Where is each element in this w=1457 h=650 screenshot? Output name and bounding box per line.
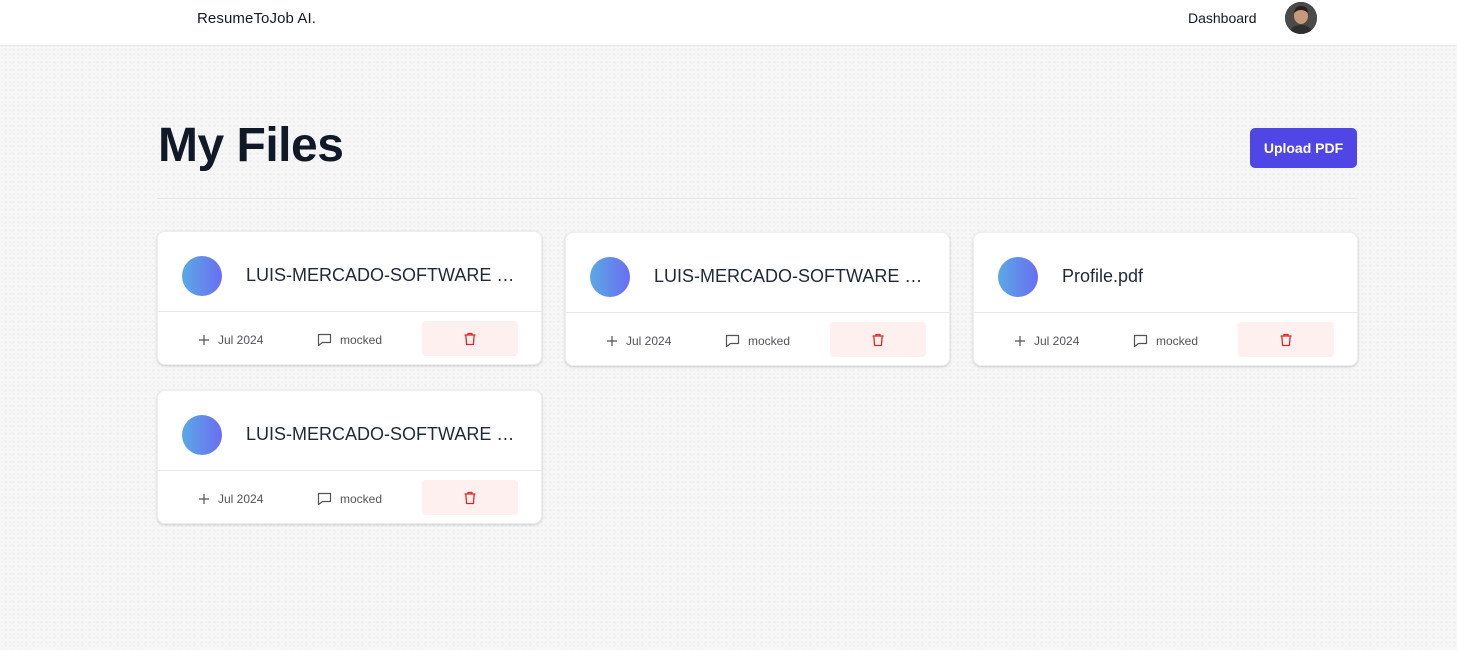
file-status: mocked xyxy=(317,491,382,507)
file-card-link[interactable]: LUIS-MERCADO-SOFTWARE E... xyxy=(566,233,949,313)
trash-icon xyxy=(872,333,884,346)
file-card: LUIS-MERCADO-SOFTWARE E... Jul 2024 mock… xyxy=(157,390,542,524)
file-date: Jul 2024 xyxy=(1014,333,1079,349)
file-status: mocked xyxy=(317,332,382,348)
dashboard-link[interactable]: Dashboard xyxy=(1188,10,1257,26)
delete-file-button[interactable] xyxy=(1238,322,1334,357)
file-card-link[interactable]: LUIS-MERCADO-SOFTWARE E... xyxy=(158,232,541,312)
delete-file-button[interactable] xyxy=(422,321,518,356)
file-card: Profile.pdf Jul 2024 mocked xyxy=(973,232,1358,366)
file-status: mocked xyxy=(725,333,790,349)
plus-icon xyxy=(199,494,209,504)
message-icon xyxy=(317,492,332,506)
file-status-text: mocked xyxy=(1156,334,1199,348)
file-name: LUIS-MERCADO-SOFTWARE E... xyxy=(246,424,516,444)
file-status-text: mocked xyxy=(340,492,383,506)
trash-icon xyxy=(1280,333,1292,346)
file-card-link[interactable]: LUIS-MERCADO-SOFTWARE E... xyxy=(158,391,541,471)
file-date: Jul 2024 xyxy=(606,333,671,349)
plus-icon xyxy=(199,335,209,345)
delete-file-button[interactable] xyxy=(422,480,518,515)
file-gradient-icon xyxy=(590,257,630,297)
file-gradient-icon xyxy=(182,256,222,296)
message-icon xyxy=(317,333,332,347)
upload-pdf-button[interactable]: Upload PDF xyxy=(1250,128,1357,168)
file-name: LUIS-MERCADO-SOFTWARE E... xyxy=(654,266,924,286)
file-date-text: Jul 2024 xyxy=(1034,334,1080,348)
file-date-text: Jul 2024 xyxy=(626,334,672,348)
file-name: LUIS-MERCADO-SOFTWARE E... xyxy=(246,265,516,285)
file-date: Jul 2024 xyxy=(198,491,263,507)
file-date-text: Jul 2024 xyxy=(218,333,264,347)
trash-icon xyxy=(464,491,476,504)
header-divider xyxy=(157,198,1357,199)
file-status-text: mocked xyxy=(340,333,383,347)
plus-icon xyxy=(607,336,617,346)
file-name: Profile.pdf xyxy=(1062,266,1144,286)
file-status: mocked xyxy=(1133,333,1198,349)
user-avatar[interactable] xyxy=(1285,2,1317,34)
delete-file-button[interactable] xyxy=(830,322,926,357)
plus-icon xyxy=(1015,336,1025,346)
brand-logo[interactable]: ResumeToJob AI. xyxy=(197,10,316,27)
message-icon xyxy=(725,334,740,348)
message-icon xyxy=(1133,334,1148,348)
file-card: LUIS-MERCADO-SOFTWARE E... Jul 2024 mock… xyxy=(157,231,542,365)
trash-icon xyxy=(464,332,476,345)
file-status-text: mocked xyxy=(748,334,791,348)
file-date: Jul 2024 xyxy=(198,332,263,348)
file-card: LUIS-MERCADO-SOFTWARE E... Jul 2024 mock… xyxy=(565,232,950,366)
user-avatar-icon xyxy=(1285,2,1317,34)
file-gradient-icon xyxy=(998,257,1038,297)
file-card-link[interactable]: Profile.pdf xyxy=(974,233,1357,313)
file-gradient-icon xyxy=(182,415,222,455)
navbar: ResumeToJob AI. Dashboard xyxy=(0,0,1457,46)
page-title: My Files xyxy=(158,119,344,172)
file-date-text: Jul 2024 xyxy=(218,492,264,506)
